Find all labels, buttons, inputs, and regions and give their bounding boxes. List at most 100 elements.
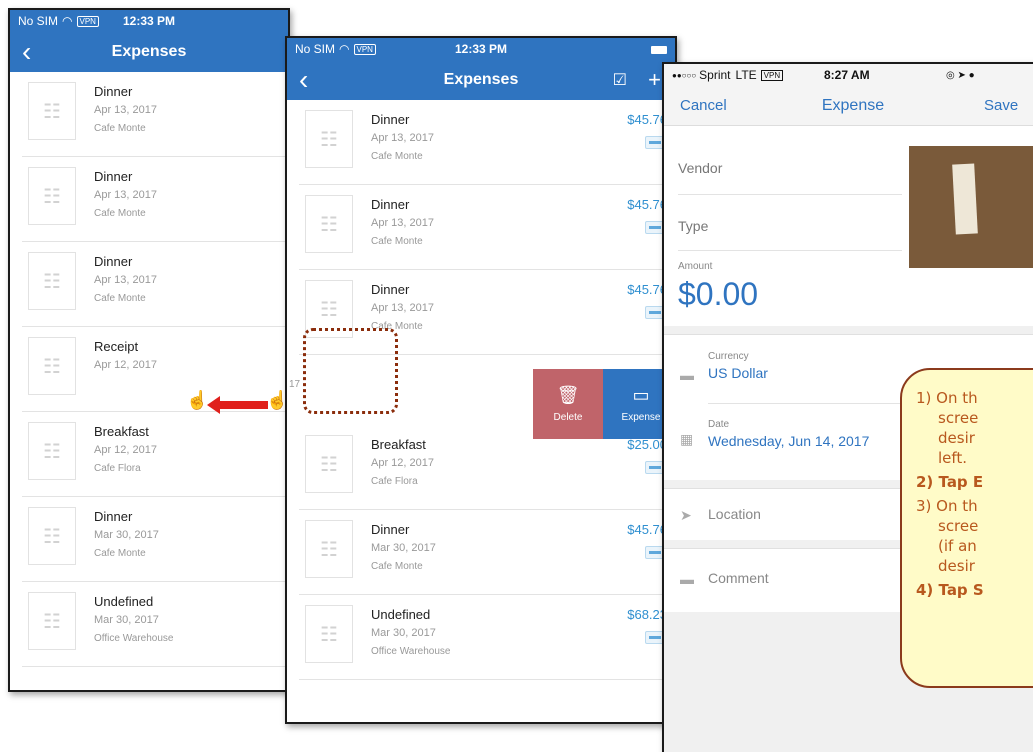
list-item[interactable]: ☷ Breakfast Apr 12, 2017 Cafe Flora — [22, 412, 288, 497]
item-date: Apr 13, 2017 — [371, 302, 434, 314]
type-field[interactable]: Type — [678, 218, 708, 234]
plus-icon[interactable]: + — [648, 67, 661, 93]
location-field[interactable]: Location — [708, 506, 761, 522]
item-title: Dinner — [371, 197, 410, 212]
divider — [678, 194, 902, 195]
list-item[interactable]: ☷ Receipt Apr 12, 2017 — [22, 327, 288, 412]
expense-action-label: Expense — [621, 412, 661, 423]
highlight-box — [303, 328, 398, 414]
list-item[interactable]: ☷ Undefined Mar 30, 2017 Office Warehouse $6… — [299, 595, 675, 680]
list-item[interactable]: ☷ Dinner Apr 13, 2017 Cafe Monte $45.76 — [299, 185, 675, 270]
date-label: Date — [708, 419, 730, 430]
receipt-placeholder-icon: ☷ — [28, 337, 76, 395]
item-date: Apr 13, 2017 — [371, 217, 434, 229]
step-text: scree — [938, 409, 979, 427]
step-text: desir — [938, 557, 975, 575]
receipt-image — [952, 163, 978, 235]
item-title: Dinner — [94, 84, 133, 99]
list-item[interactable]: ☷ Dinner Mar 30, 2017 Cafe Monte $45.76 — [299, 510, 675, 595]
currency-field[interactable]: US Dollar — [708, 365, 768, 381]
item-date: Apr 13, 2017 — [94, 189, 157, 201]
list-item[interactable]: ☷ Dinner Apr 13, 2017 Cafe Monte $45.76 — [299, 100, 675, 185]
item-title: Dinner — [94, 509, 133, 524]
item-title: Dinner — [371, 522, 410, 537]
chevron-left-icon[interactable]: ‹ — [10, 32, 31, 72]
receipt-placeholder-icon: ☷ — [305, 195, 353, 253]
delete-action-button[interactable]: 🗑 Delete — [533, 369, 603, 439]
item-title: Breakfast — [371, 437, 426, 452]
nav-bar: Cancel Expense Save — [664, 86, 1033, 126]
item-date: Mar 30, 2017 — [371, 627, 436, 639]
date-field[interactable]: Wednesday, Jun 14, 2017 — [708, 433, 869, 449]
vendor-field[interactable]: Vendor — [678, 160, 722, 176]
swipe-actions: 🗑 Delete ▭ Expense — [533, 369, 675, 439]
comment-icon: ▬ — [680, 571, 694, 587]
receipt-placeholder-icon: ☷ — [28, 82, 76, 140]
item-title: Dinner — [94, 169, 133, 184]
step-text: left. — [938, 449, 968, 467]
carrier-label: Sprint — [699, 68, 731, 82]
instruction-step-4: 4) Tap S — [916, 580, 1033, 600]
item-title: Breakfast — [94, 424, 149, 439]
network-label: LTE — [735, 68, 757, 82]
amount-field[interactable]: $0.00 — [678, 276, 758, 313]
item-date: Mar 30, 2017 — [94, 529, 159, 541]
currency-label: Currency — [708, 351, 749, 362]
list-item[interactable]: ☷ Dinner Mar 30, 2017 Cafe Monte — [22, 497, 288, 582]
step-text: (if an — [938, 537, 977, 555]
list-item[interactable]: ☷ Dinner Apr 13, 2017 Cafe Monte — [22, 242, 288, 327]
divider — [678, 250, 902, 251]
wallet-icon: ▭ — [632, 385, 650, 405]
status-bar: ●●○○○ Sprint LTE VPN 8:27 AM ◎ ➤ ● — [664, 64, 1033, 86]
clock: 12:33 PM — [454, 42, 508, 56]
currency-icon: ▬ — [680, 367, 694, 383]
list-item[interactable]: ☷ Dinner Apr 13, 2017 Cafe Monte — [22, 157, 288, 242]
trash-icon: 🗑 — [556, 385, 580, 405]
page-title: Expenses — [111, 43, 187, 60]
save-button[interactable]: Save — [984, 97, 1018, 114]
location-arrow-icon: ➤ — [680, 507, 692, 523]
step-text: scree — [938, 517, 979, 535]
item-date: Mar 30, 2017 — [371, 542, 436, 554]
nav-bar: ‹ Expenses ☑ + — [287, 60, 675, 100]
instructions-callout: 1) On th scree desir left. 2) Tap E 3) O… — [900, 368, 1033, 688]
page-title: Expense — [821, 96, 885, 114]
comment-field[interactable]: Comment — [708, 570, 769, 586]
receipt-placeholder-icon: ☷ — [28, 507, 76, 565]
status-bar: No SIM ◠ VPN 12:33 PM — [287, 38, 675, 60]
list-item[interactable]: ☷ Undefined Mar 30, 2017 Office Warehouse — [22, 582, 288, 667]
receipt-placeholder-icon: ☷ — [305, 110, 353, 168]
item-title: Dinner — [94, 254, 133, 269]
receipt-placeholder-icon: ☷ — [28, 422, 76, 480]
step-text: 2) Tap E — [916, 473, 984, 491]
swiped-row-fragment: 17 — [289, 379, 301, 390]
swipe-arrow-shaft — [218, 401, 268, 409]
list-item[interactable]: ☷ Dinner Apr 13, 2017 Cafe Monte — [22, 72, 288, 157]
item-vendor: Cafe Monte — [371, 151, 423, 162]
item-title: Dinner — [371, 112, 410, 127]
receipt-placeholder-icon: ☷ — [305, 520, 353, 578]
expense-list: ☷ Dinner Apr 13, 2017 Cafe Monte ☷ Dinner Apr … — [10, 72, 288, 667]
step-text: desir — [938, 429, 975, 447]
item-date: Apr 12, 2017 — [371, 457, 434, 469]
clock: 12:33 PM — [122, 14, 176, 28]
item-vendor: Cafe Monte — [94, 208, 146, 219]
step-text: 3) On th — [916, 497, 978, 515]
item-vendor: Cafe Monte — [94, 548, 146, 559]
step-text: 1) On th — [916, 389, 978, 407]
clock: 8:27 AM — [824, 68, 870, 82]
chevron-left-icon[interactable]: ‹ — [287, 60, 308, 100]
item-vendor: Cafe Flora — [94, 463, 141, 474]
hand-pointer-icon: ☝ — [186, 390, 209, 410]
checkbox-icon[interactable]: ☑ — [613, 70, 627, 90]
item-date: Apr 13, 2017 — [94, 274, 157, 286]
item-date: Apr 12, 2017 — [94, 359, 157, 371]
receipt-photo[interactable] — [909, 146, 1033, 268]
item-title: Undefined — [94, 594, 154, 609]
item-vendor: Cafe Monte — [94, 293, 146, 304]
receipt-placeholder-icon: ☷ — [305, 435, 353, 493]
receipt-placeholder-icon: ☷ — [28, 252, 76, 310]
nav-bar: ‹ Expenses — [10, 32, 288, 72]
item-title: Dinner — [371, 282, 410, 297]
item-vendor: Office Warehouse — [371, 646, 451, 657]
